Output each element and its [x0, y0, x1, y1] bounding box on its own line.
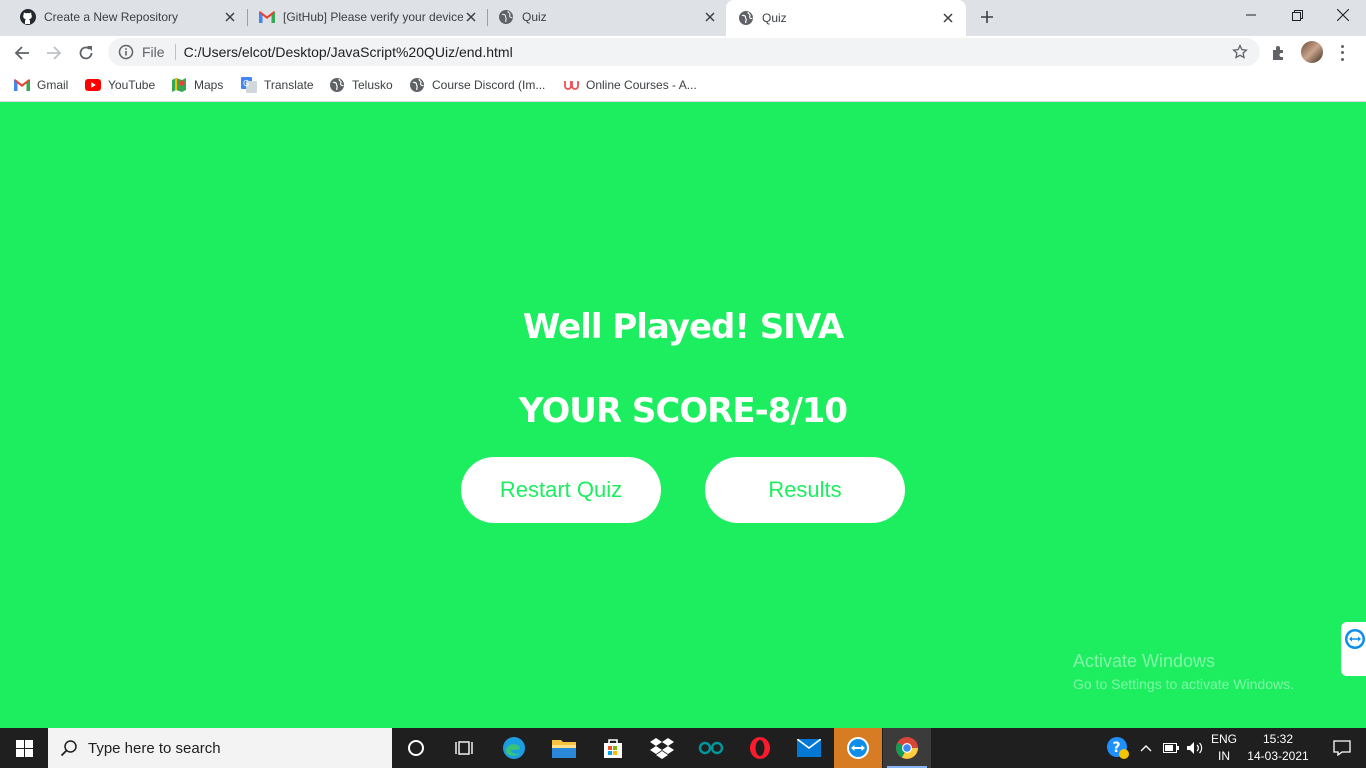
arduino-icon[interactable]	[687, 728, 735, 768]
gmail-icon	[259, 9, 275, 25]
close-window-button[interactable]	[1320, 0, 1366, 30]
bookmark-maps[interactable]: Maps	[171, 75, 223, 95]
globe-icon	[409, 77, 425, 93]
taskbar-search-box[interactable]: Type here to search	[48, 728, 392, 768]
bookmark-label: Telusko	[352, 78, 393, 92]
language-bottom: IN	[1218, 749, 1230, 763]
search-icon	[60, 740, 77, 757]
browser-menu-icon[interactable]	[1336, 43, 1348, 63]
bookmark-youtube[interactable]: YouTube	[85, 75, 155, 95]
bookmark-telusko[interactable]: Telusko	[329, 75, 393, 95]
browser-toolbar: File C:/Users/elcot/Desktop/JavaScript%2…	[0, 36, 1366, 69]
teamviewer-side-tab[interactable]	[1341, 622, 1366, 676]
close-tab-icon[interactable]	[702, 9, 718, 25]
file-explorer-icon[interactable]	[540, 728, 588, 768]
tab-title: Quiz	[522, 9, 547, 24]
results-button[interactable]: Results	[705, 457, 905, 523]
notifications-icon[interactable]	[1318, 728, 1366, 768]
bookmark-label: Translate	[264, 78, 314, 92]
divider	[174, 44, 176, 60]
score-heading: YOUR SCORE-8/10	[518, 391, 848, 431]
language-indicator[interactable]: ENG IN	[1208, 731, 1240, 765]
scheme-label: File	[142, 44, 165, 60]
tab-title: Create a New Repository	[44, 9, 179, 24]
new-tab-button[interactable]	[976, 6, 998, 28]
address-bar[interactable]: File C:/Users/elcot/Desktop/JavaScript%2…	[108, 38, 1260, 66]
url-text[interactable]: C:/Users/elcot/Desktop/JavaScript%20QUiz…	[184, 44, 513, 60]
task-view-icon[interactable]	[440, 728, 488, 768]
tab-title: Quiz	[762, 11, 787, 25]
bookmark-label: Gmail	[37, 78, 69, 92]
tab-title: [GitHub] Please verify your device	[283, 9, 463, 24]
bookmark-gmail[interactable]: Gmail	[14, 75, 68, 95]
bookmark-online-courses[interactable]: Online Courses - A...	[563, 75, 697, 95]
youtube-icon	[85, 77, 101, 93]
activate-windows-subtitle: Go to Settings to activate Windows.	[1073, 676, 1294, 692]
info-icon[interactable]	[118, 44, 134, 60]
bookmark-label: Course Discord (Im...	[432, 78, 546, 92]
bookmark-label: YouTube	[108, 78, 156, 92]
language-top: ENG	[1210, 732, 1237, 746]
bookmark-translate[interactable]: G Translate	[241, 75, 314, 95]
minimize-button[interactable]	[1228, 0, 1274, 30]
clock-time: 15:32	[1262, 732, 1294, 746]
back-button[interactable]	[9, 40, 35, 66]
forward-button[interactable]	[41, 40, 67, 66]
profile-avatar[interactable]	[1301, 41, 1323, 63]
bookmark-label: Online Courses - A...	[586, 78, 697, 92]
tab-quiz[interactable]: Quiz	[478, 0, 726, 33]
tab-strip: Create a New Repository [GitHub] Please …	[0, 0, 1366, 36]
svg-text:G: G	[243, 79, 249, 88]
extensions-puzzle-icon[interactable]	[1270, 44, 1288, 62]
bookmarks-bar: Gmail YouTube Maps G Translate Telusko C…	[0, 69, 1366, 102]
globe-icon	[329, 77, 345, 93]
bookmark-label: Maps	[194, 78, 224, 92]
battery-icon[interactable]	[1160, 728, 1182, 768]
teamviewer-icon[interactable]	[834, 728, 882, 768]
opera-icon[interactable]	[736, 728, 784, 768]
volume-icon[interactable]	[1184, 728, 1206, 768]
greeting-heading: Well Played! SIVA	[522, 307, 844, 347]
reload-button[interactable]	[73, 40, 99, 66]
close-tab-icon[interactable]	[222, 9, 238, 25]
microsoft-store-icon[interactable]	[589, 728, 637, 768]
github-icon	[20, 8, 36, 25]
restore-button[interactable]	[1274, 0, 1320, 30]
gmail-icon	[14, 77, 30, 93]
close-tab-icon[interactable]	[940, 10, 956, 26]
bookmark-star-icon[interactable]	[1232, 43, 1248, 60]
search-placeholder: Type here to search	[88, 739, 221, 757]
chevron-up-icon[interactable]	[1136, 728, 1156, 768]
maps-icon	[171, 77, 187, 93]
edge-icon[interactable]	[490, 728, 538, 768]
translate-icon: G	[241, 77, 257, 93]
globe-icon	[498, 9, 514, 25]
clock[interactable]: 15:32 14-03-2021	[1244, 731, 1312, 765]
activate-windows-title: Activate Windows	[1073, 651, 1216, 671]
chrome-icon[interactable]	[883, 728, 931, 768]
tab-quiz-active[interactable]: Quiz	[726, 0, 966, 36]
windows-start-icon[interactable]	[0, 728, 48, 768]
restart-quiz-button[interactable]: Restart Quiz	[461, 457, 661, 523]
globe-icon	[738, 10, 754, 26]
bookmark-course-discord[interactable]: Course Discord (Im...	[409, 75, 545, 95]
clock-date: 14-03-2021	[1247, 749, 1309, 763]
dropbox-icon[interactable]	[638, 728, 686, 768]
tab-create-repository[interactable]: Create a New Repository	[0, 0, 246, 33]
tab-github-verify[interactable]: [GitHub] Please verify your device	[239, 0, 487, 33]
windows-taskbar: Type here to search ? ENG IN 15:32 14-03…	[0, 728, 1366, 768]
quiz-end-page: Well Played! SIVA YOUR SCORE-8/10 Restar…	[0, 103, 1366, 728]
cortana-icon[interactable]	[392, 728, 440, 768]
help-icon[interactable]: ?	[1094, 728, 1142, 768]
mail-icon[interactable]	[785, 728, 833, 768]
udemy-icon	[563, 77, 579, 93]
close-tab-icon[interactable]	[463, 9, 479, 25]
